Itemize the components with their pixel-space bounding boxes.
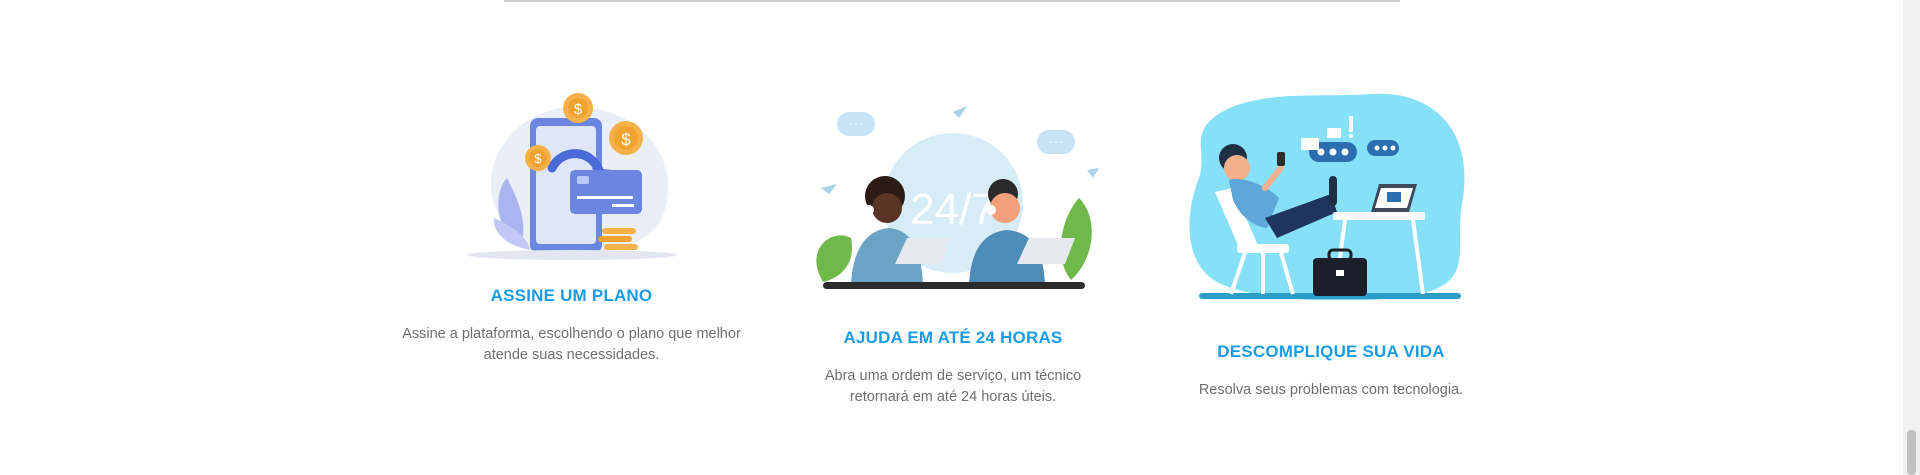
feature-title: DESCOMPLIQUE SUA VIDA: [1217, 342, 1445, 361]
vertical-scrollbar[interactable]: [1903, 0, 1920, 475]
svg-text:$: $: [534, 151, 542, 166]
svg-text:···: ···: [1049, 133, 1063, 149]
features-section: $ $ $ ASSINE UM PLANO Assine a plataform…: [0, 0, 1920, 475]
svg-text:$: $: [573, 101, 582, 118]
feature-title: AJUDA EM ATÉ 24 HORAS: [843, 328, 1063, 347]
relaxed-person-illustration: [1189, 93, 1465, 300]
section-divider: [504, 0, 1400, 2]
feature-description: Assine a plataforma, escolhendo o plano …: [402, 326, 741, 363]
feature-card-subscribe: $ $ $ ASSINE UM PLANO Assine a plataform…: [400, 78, 743, 366]
feature-description: Resolva seus problemas com tecnologia.: [1198, 382, 1464, 398]
feature-title: ASSINE UM PLANO: [490, 286, 653, 305]
subscription-payment-illustration: $ $ $: [466, 93, 677, 260]
svg-text:$: $: [621, 130, 631, 149]
feature-description: Abra uma ordem de serviço, um técnico re…: [824, 368, 1082, 405]
feature-card-simplify: DESCOMPLIQUE SUA VIDA Resolva seus probl…: [1181, 88, 1481, 401]
svg-text:24/7: 24/7: [910, 185, 996, 234]
scrollbar-thumb[interactable]: [1907, 430, 1916, 475]
svg-text:···: ···: [849, 115, 863, 131]
support-24-7-illustration: 24/7 ··· ···: [816, 106, 1099, 289]
feature-card-support: 24/7 ··· ··· AJUDA EM ATÉ 24 HORAS Abra …: [794, 98, 1112, 408]
